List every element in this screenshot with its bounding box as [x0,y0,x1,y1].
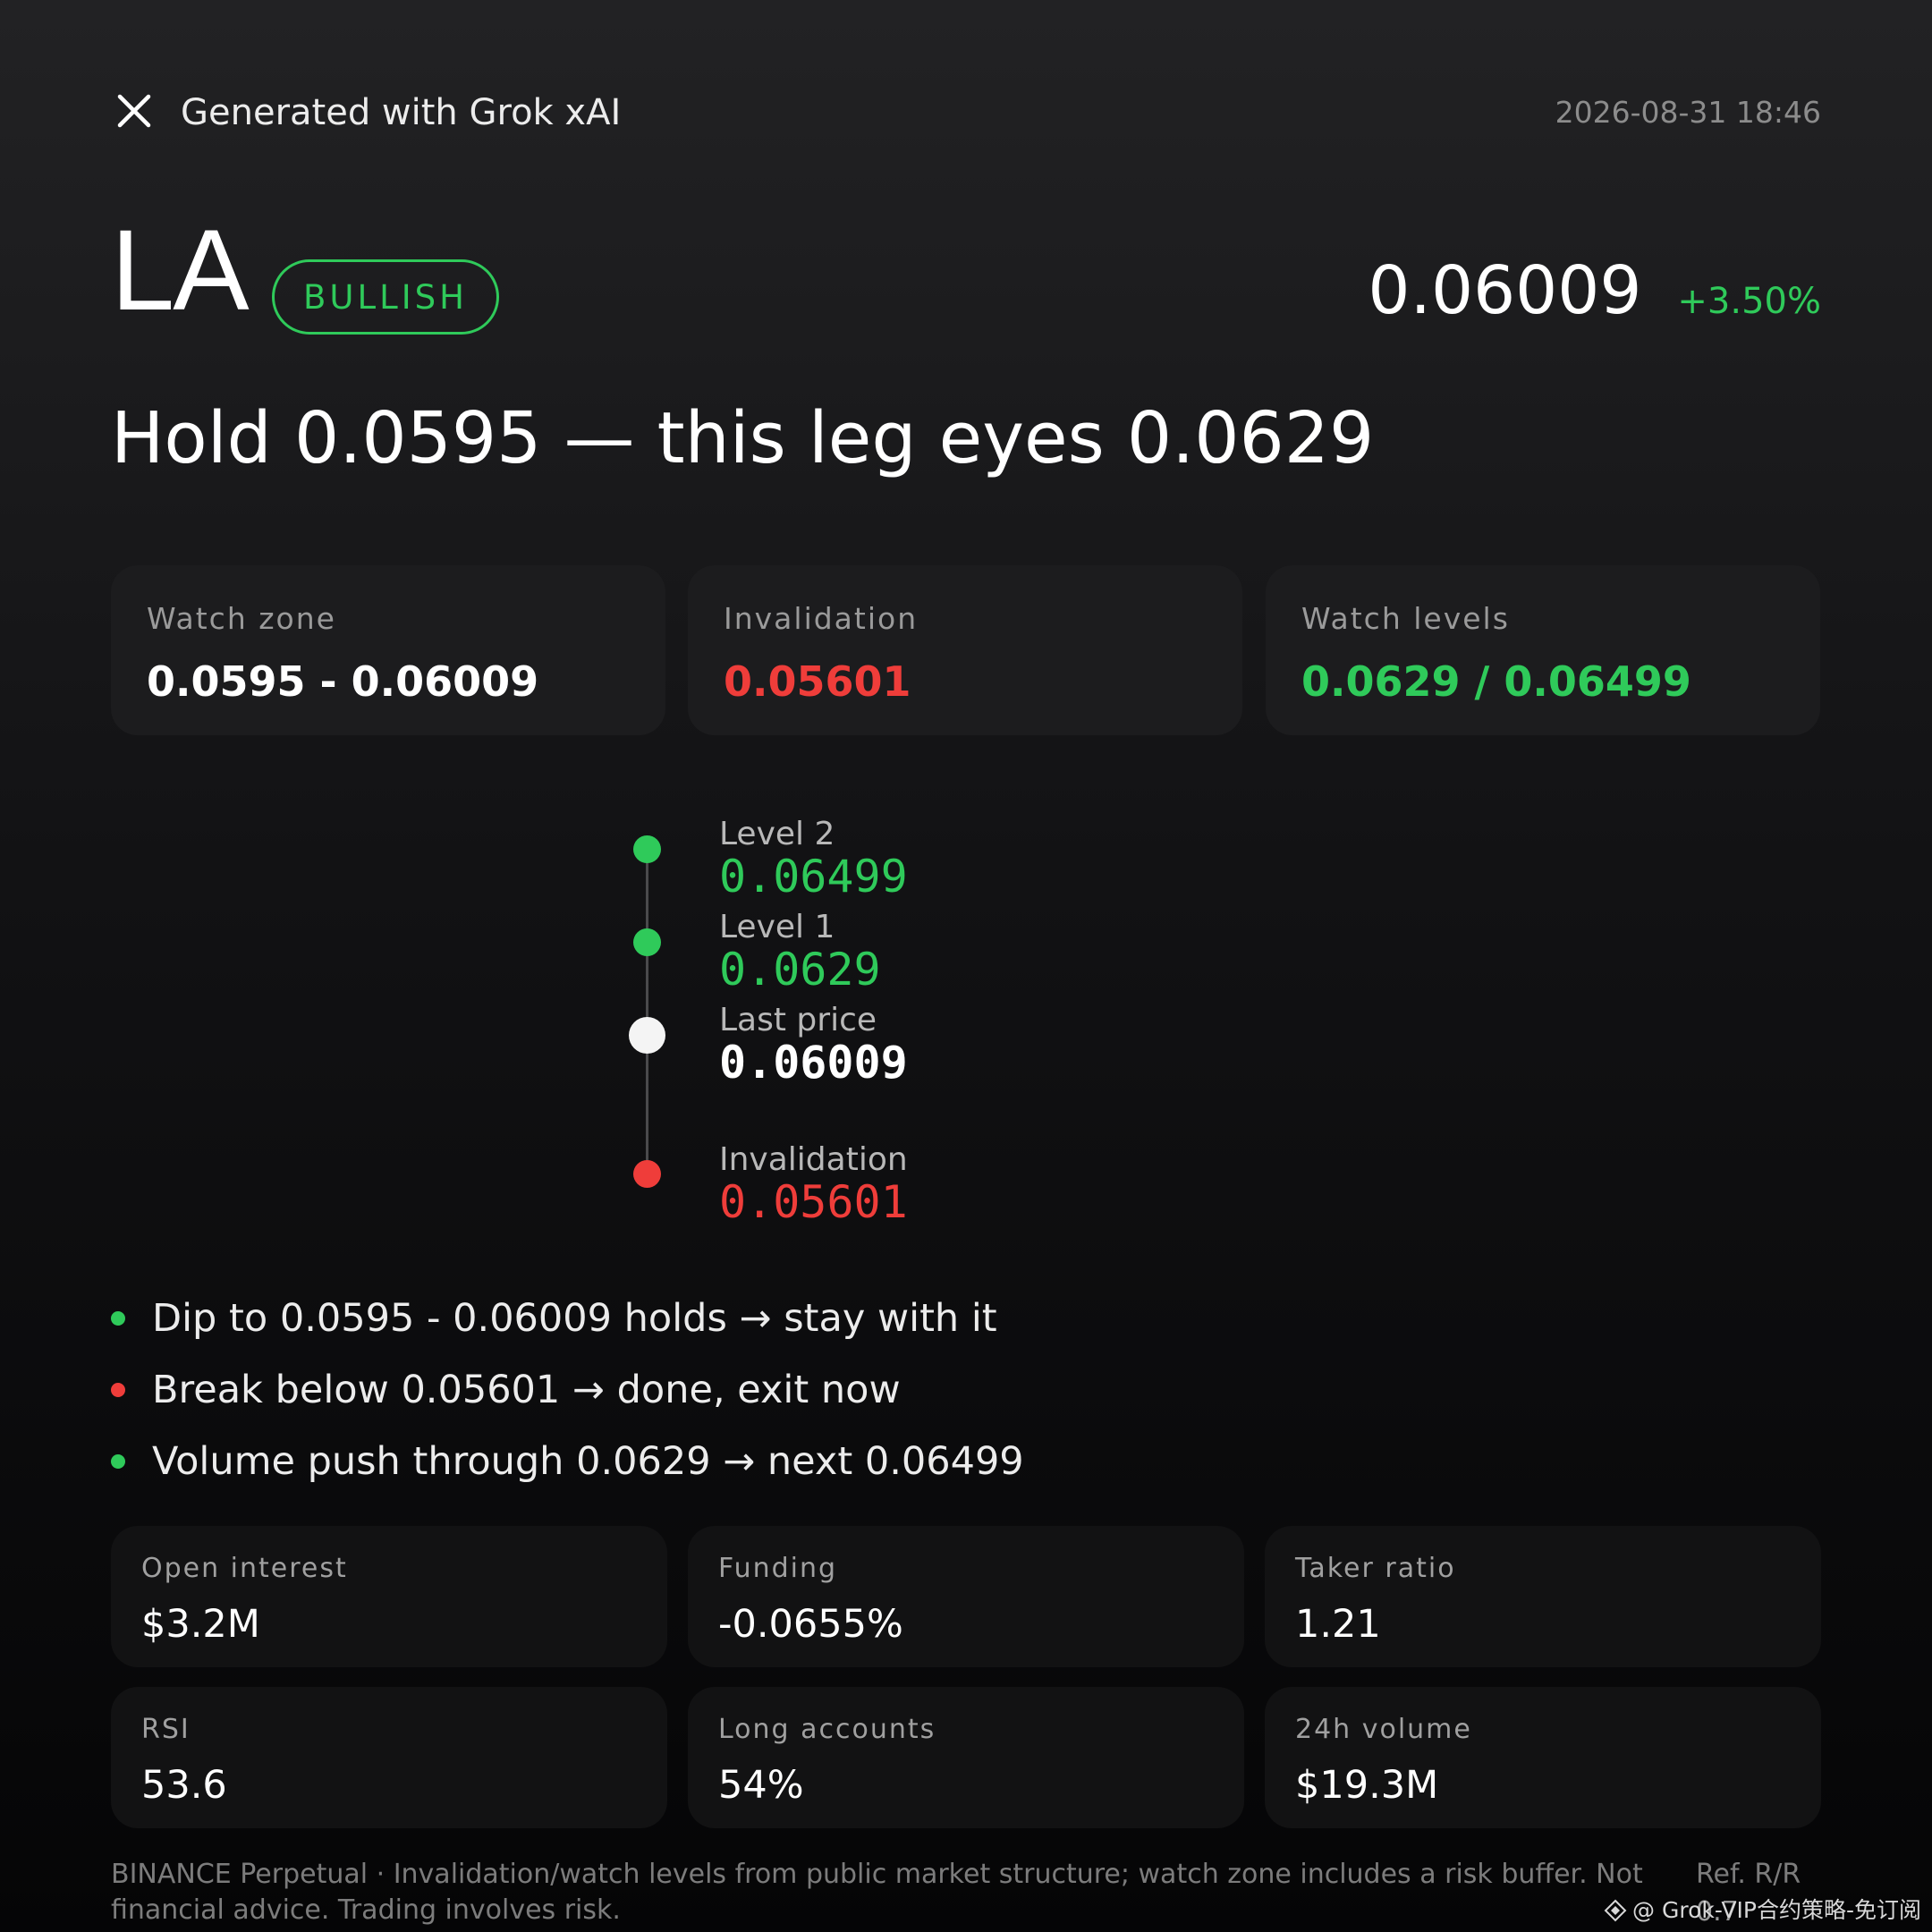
stat-label: 24h volume [1295,1714,1472,1745]
stat-value: $19.3M [1295,1763,1439,1808]
watch-levels-card: Watch levels 0.0629 / 0.06499 [1266,565,1820,735]
scenario-hold: Dip to 0.0595 - 0.06009 holds → stay wit… [152,1296,997,1341]
level-1-value: 0.0629 [719,944,881,996]
close-icon [117,94,151,128]
stat-long-accounts: Long accounts 54% [688,1687,1244,1828]
level-2-marker [633,835,661,863]
card-label: Watch zone [147,601,336,636]
stat-funding: Funding -0.0655% [688,1526,1244,1667]
last-price-value: 0.06009 [719,1037,908,1089]
generated-with-label: Generated with Grok xAI [181,92,622,133]
card-label: Watch levels [1301,601,1510,636]
stat-label: RSI [141,1714,191,1745]
stat-open-interest: Open interest $3.2M [111,1526,667,1667]
ref-rr-label: Ref. R/R [1696,1859,1801,1890]
stat-value: 1.21 [1295,1602,1381,1647]
stat-label: Taker ratio [1295,1553,1456,1584]
invalidation-card: Invalidation 0.05601 [688,565,1242,735]
stat-label: Open interest [141,1553,348,1584]
watch-levels-value: 0.0629 / 0.06499 [1301,657,1691,706]
last-price: 0.06009 [1368,252,1642,329]
stat-value: -0.0655% [718,1602,903,1647]
invalidation-label: Invalidation [719,1141,908,1178]
stat-value: $3.2M [141,1602,260,1647]
level-2-label: Level 2 [719,816,835,852]
invalidation-ladder-value: 0.05601 [719,1176,908,1228]
invalidation-value: 0.05601 [724,657,911,706]
price-ladder-line [646,848,648,1174]
stat-label: Long accounts [718,1714,936,1745]
scenario-break: Break below 0.05601 → done, exit now [152,1368,901,1412]
bullet-green-icon [111,1311,125,1326]
last-price-label: Last price [719,1002,877,1038]
bullet-red-icon [111,1383,125,1397]
close-button[interactable] [113,89,156,132]
watermark-text: @ Grok-VIP合约策略-免订阅 [1632,1897,1921,1923]
timestamp: 2026-08-31 18:46 [1555,95,1821,130]
stat-value: 53.6 [141,1763,227,1808]
stat-rsi: RSI 53.6 [111,1687,667,1828]
price-change: +3.50% [1677,281,1821,322]
watch-zone-value: 0.0595 - 0.06009 [147,657,539,706]
disclaimer: BINANCE Perpetual · Invalidation/watch l… [111,1859,1643,1926]
diamond-logo-icon [1604,1899,1627,1922]
price-group: 0.06009 +3.50% [1368,252,1821,329]
sentiment-badge: BULLISH [272,259,499,335]
watermark: @ Grok-VIP合约策略-免订阅 [1604,1893,1921,1928]
stat-value: 54% [718,1763,804,1808]
ticker-symbol: LA [111,207,250,335]
invalidation-marker [633,1160,661,1188]
scenario-push: Volume push through 0.0629 → next 0.0649… [152,1439,1024,1484]
headline: Hold 0.0595 — this leg eyes 0.0629 [111,397,1375,479]
stat-label: Funding [718,1553,838,1584]
stat-24h-volume: 24h volume $19.3M [1265,1687,1821,1828]
card-label: Invalidation [724,601,919,636]
stat-taker-ratio: Taker ratio 1.21 [1265,1526,1821,1667]
level-2-value: 0.06499 [719,851,908,902]
last-price-marker [629,1017,665,1054]
bullet-green-icon [111,1454,125,1469]
watch-zone-card: Watch zone 0.0595 - 0.06009 [111,565,665,735]
level-1-marker [633,928,661,956]
level-1-label: Level 1 [719,909,835,945]
